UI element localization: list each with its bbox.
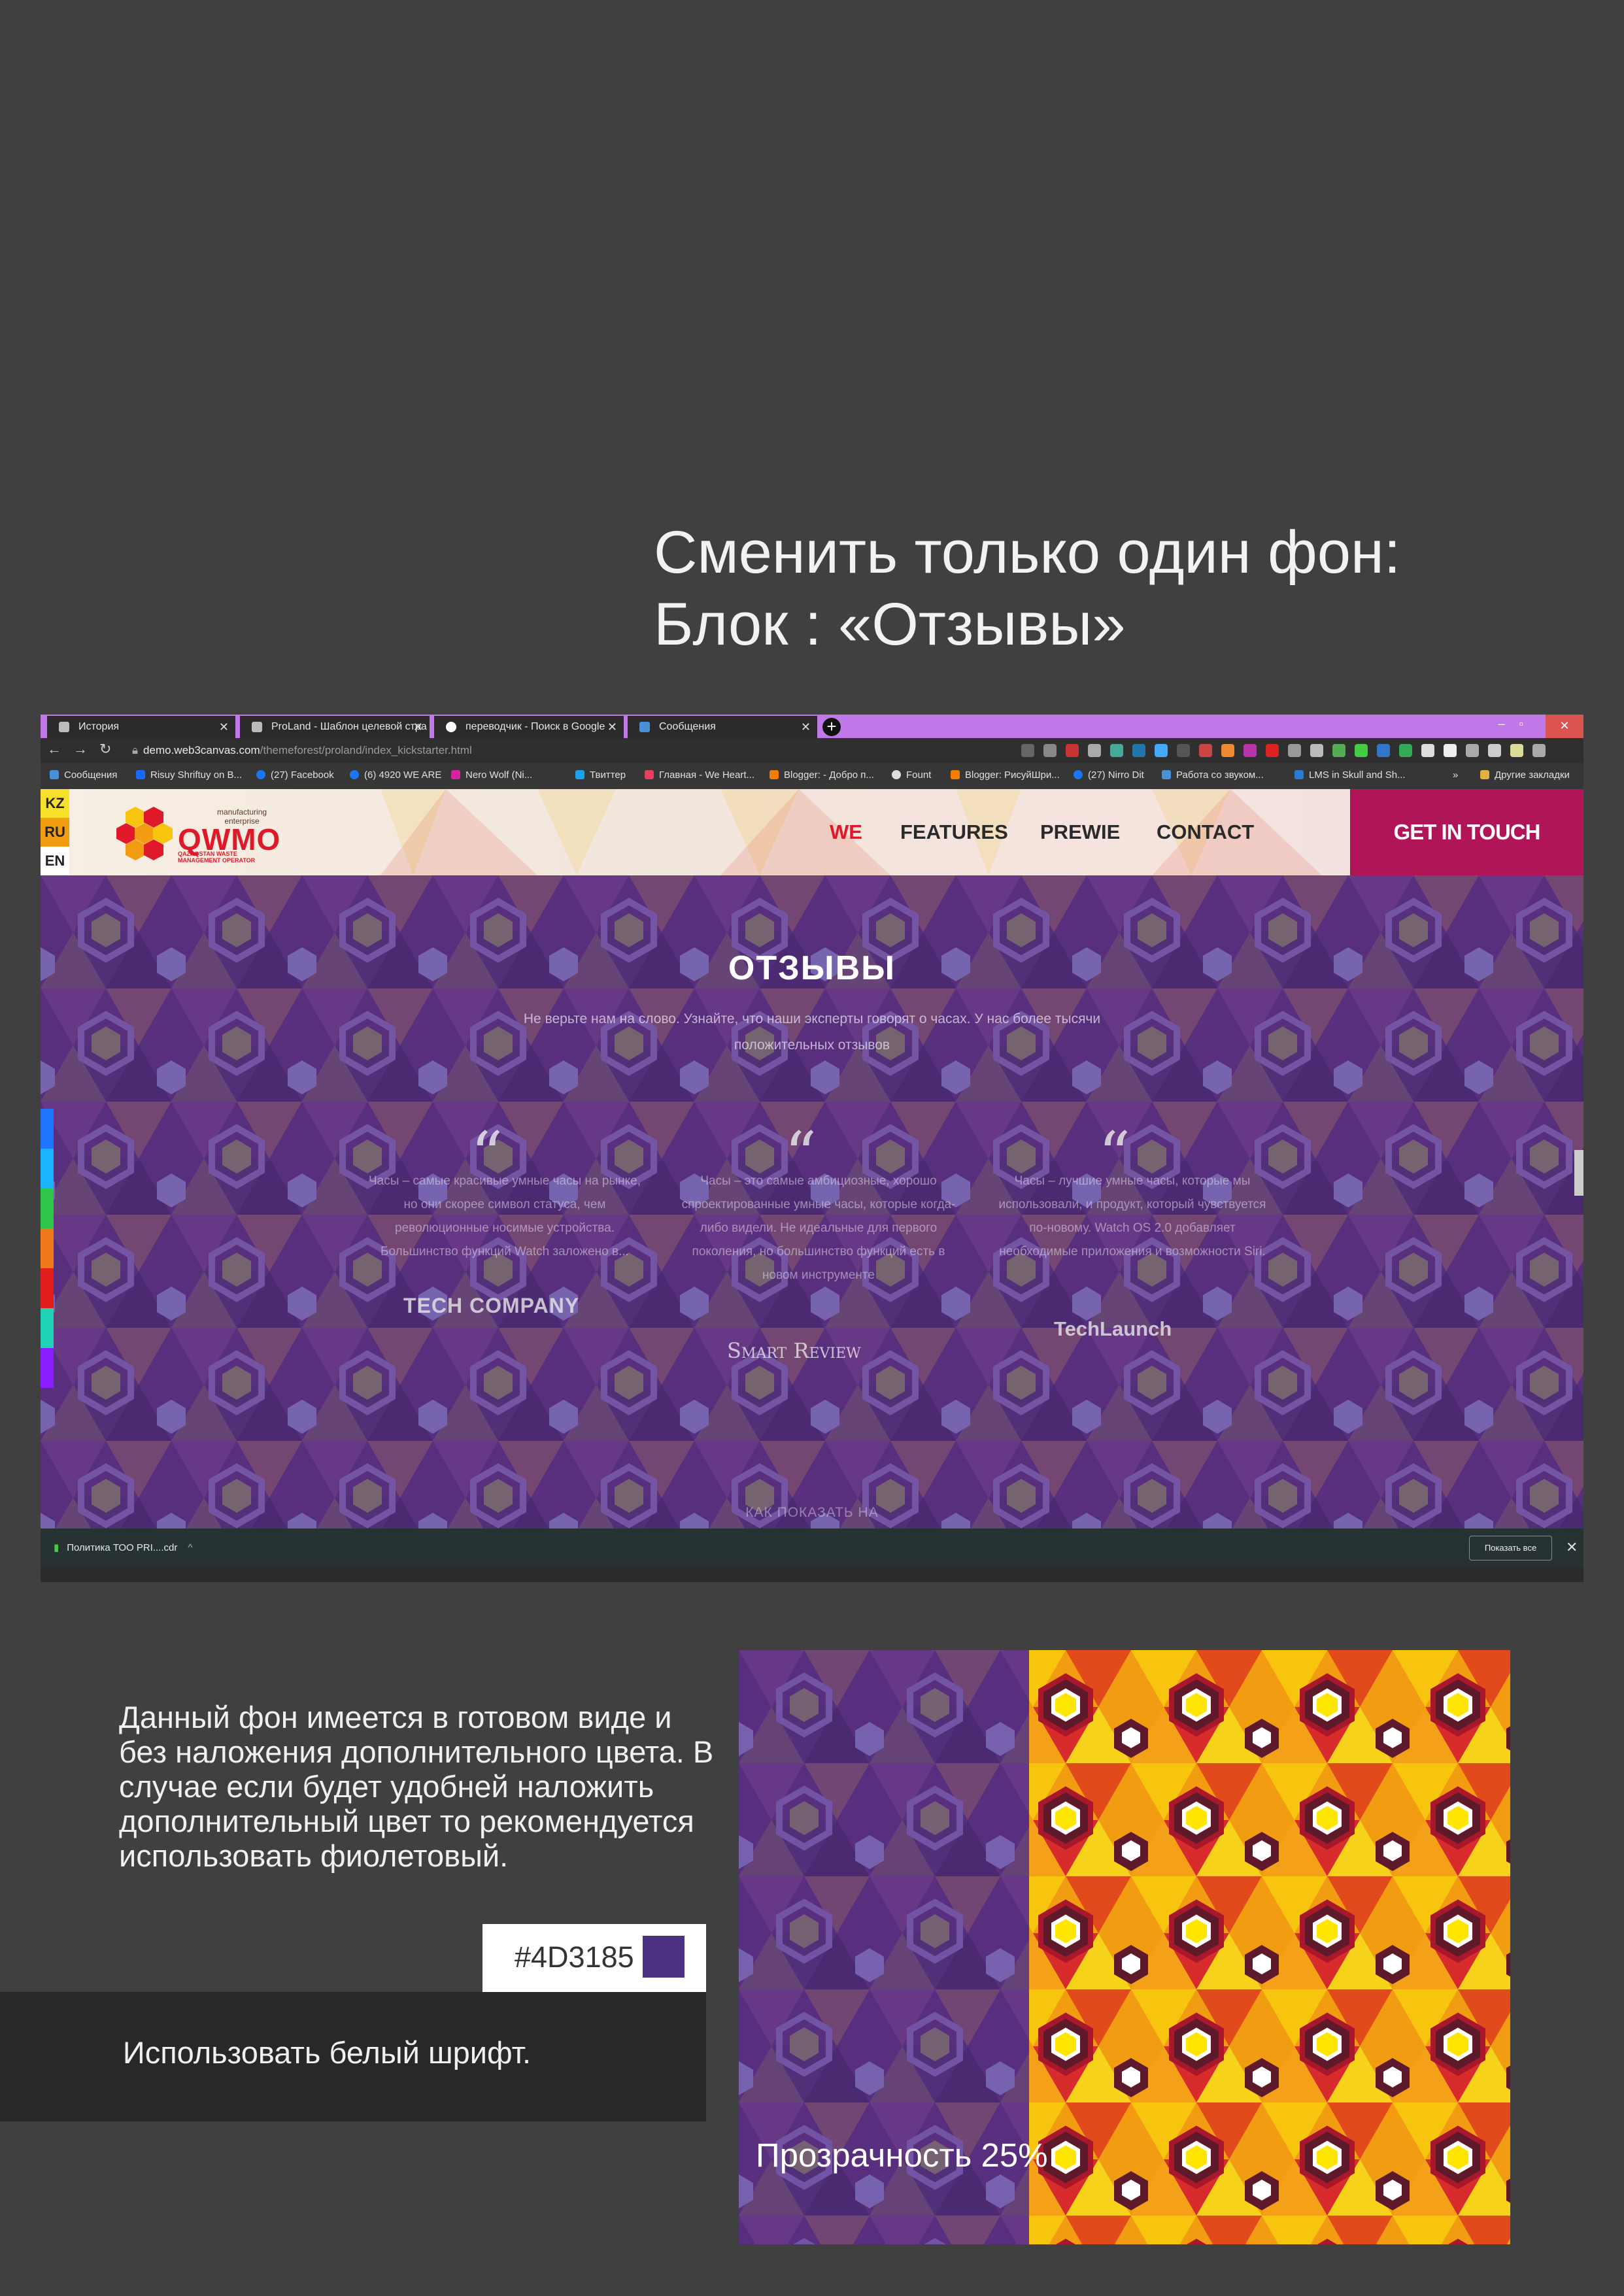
url-field[interactable]: 🔒︎ demo.web3canvas.com/themeforest/prolan…: [132, 743, 1080, 758]
white-font-note: Использовать белый шрифт.: [122, 2035, 532, 2070]
page-headline: Сменить только один фон: Блок : «Отзывы»: [654, 516, 1595, 660]
bookmark-item[interactable]: Fount: [892, 769, 931, 781]
nav-buttons[interactable]: ←→↻: [47, 741, 123, 758]
tab-label: переводчик - Поиск в Google: [465, 721, 605, 732]
color-swatch-box: #4D3185: [482, 1924, 706, 1992]
testimonials-title: ОТЗЫВЫ: [728, 949, 896, 987]
bookmark-item[interactable]: (27) Nirro Dit: [1074, 769, 1144, 781]
white-font-note-bar: Использовать белый шрифт.: [0, 1992, 706, 2121]
bookmark-item[interactable]: Nero Wolf (Ni...: [451, 769, 532, 781]
background-samples: Прозрачность 25%: [739, 1650, 1510, 2244]
logo-subtitle: QAZAQSTAN WASTE MANAGEMENT OPERATOR: [178, 851, 256, 864]
tab-proland[interactable]: ProLand - Шаблон целевой стра ✕: [240, 716, 430, 738]
tab-bar: История ✕ ProLand - Шаблон целевой стра …: [41, 715, 1583, 738]
site-header: KZ RU EN manufacturing enterprise QWMO Q…: [41, 789, 1583, 875]
bookmarks-bar: Сообщения Risuy Shriftuy on B... (27) Fa…: [41, 763, 1583, 789]
bookmark-item[interactable]: (27) Facebook: [256, 769, 334, 781]
close-icon[interactable]: ✕: [801, 716, 811, 738]
scrollbar-thumb[interactable]: [1574, 1150, 1583, 1196]
file-icon: ▮: [54, 1542, 59, 1553]
lang-kz[interactable]: KZ: [41, 789, 69, 818]
bookmarks-overflow[interactable]: »: [1453, 769, 1458, 781]
window-close-button[interactable]: ✕: [1546, 715, 1583, 738]
extension-icons[interactable]: [1021, 744, 1570, 758]
bookmark-item[interactable]: Risuy Shriftuy on B...: [136, 769, 242, 781]
section-footer-text: КАК ПОКАЗАТЬ НА: [745, 1505, 879, 1520]
testimonials-section: ОТЗЫВЫ Не верьте нам на слово. Узнайте, …: [41, 875, 1583, 1532]
swatch-hex-label: #4D3185: [515, 1940, 634, 1974]
new-tab-button[interactable]: +: [822, 718, 841, 736]
get-in-touch-button[interactable]: GET IN TOUCH: [1350, 789, 1583, 875]
nav-features[interactable]: FEATURES: [900, 820, 1008, 844]
close-icon[interactable]: ✕: [413, 716, 423, 738]
page-viewport: KZ RU EN manufacturing enterprise QWMO Q…: [41, 789, 1583, 1582]
history-icon: [59, 722, 69, 732]
testimonial-text: Часы – это самые амбициозные, хорошо спр…: [681, 1174, 956, 1282]
page-icon: [252, 722, 262, 732]
tab-messages[interactable]: Сообщения ✕: [628, 716, 817, 738]
headline-line-1: Сменить только один фон:: [654, 519, 1401, 586]
testimonials-subtitle: Не верьте нам на слово. Узнайте, что наш…: [523, 1011, 1101, 1053]
nav-prewie[interactable]: PREWIE: [1040, 820, 1120, 844]
tab-label: ProLand - Шаблон целевой стра: [271, 721, 427, 732]
other-bookmarks[interactable]: Другие закладки: [1480, 769, 1570, 781]
bookmark-item[interactable]: (6) 4920 WE ARE: [350, 769, 441, 781]
testimonial-text: Часы – самые красивые умные часы на рынк…: [369, 1174, 641, 1258]
testimonial-text: Часы – лучшие умные часы, которые мы исп…: [998, 1174, 1266, 1258]
lang-ru[interactable]: RU: [41, 818, 69, 847]
lang-en[interactable]: EN: [41, 847, 69, 875]
nav-we[interactable]: WE: [830, 820, 862, 844]
logo-icon: [116, 807, 173, 860]
download-item[interactable]: ▮ Политика ТОО PRI....cdr ^: [54, 1542, 192, 1553]
lock-icon: 🔒︎: [132, 744, 139, 756]
bookmark-item[interactable]: Твиттер: [575, 769, 626, 781]
transparency-label: Прозрачность 25%: [756, 2136, 1048, 2174]
nav-contact[interactable]: CONTACT: [1157, 820, 1254, 844]
headline-line-2: Блок : «Отзывы»: [654, 591, 1126, 658]
browser-window: История ✕ ProLand - Шаблон целевой стра …: [41, 715, 1583, 1582]
window-controls[interactable]: –▫: [1498, 717, 1538, 731]
tab-history[interactable]: История ✕: [47, 716, 235, 738]
bookmark-item[interactable]: Blogger: - Добро п...: [770, 769, 874, 781]
color-strip: [41, 1109, 54, 1390]
url-path: /themeforest/proland/index_kickstarter.h…: [260, 744, 472, 756]
close-icon[interactable]: ✕: [607, 716, 617, 738]
bookmark-item[interactable]: LMS in Skull and Sh...: [1294, 769, 1406, 781]
bookmark-item[interactable]: Работа со звуком...: [1162, 769, 1264, 781]
google-icon: [446, 722, 456, 732]
url-host: demo.web3canvas.com: [143, 744, 260, 756]
tab-label: История: [78, 721, 120, 732]
bookmark-item[interactable]: Blogger: РисуйШри...: [951, 769, 1060, 781]
testimonial-brand: TechLaunch: [1054, 1317, 1172, 1340]
bookmark-item[interactable]: Сообщения: [50, 769, 117, 781]
testimonial-brand: Smart Review: [727, 1338, 861, 1363]
chevron-up-icon[interactable]: ^: [188, 1542, 192, 1553]
testimonial-brand: TECH COMPANY: [403, 1294, 580, 1317]
messages-icon: [639, 722, 650, 732]
bookmark-item[interactable]: Главная - We Heart...: [645, 769, 754, 781]
close-icon[interactable]: ✕: [1566, 1539, 1578, 1556]
address-bar: ←→↻ 🔒︎ demo.web3canvas.com/themeforest/pr…: [41, 738, 1583, 763]
close-icon[interactable]: ✕: [219, 716, 229, 738]
tab-google[interactable]: переводчик - Поиск в Google ✕: [434, 716, 624, 738]
tab-label: Сообщения: [659, 721, 716, 732]
color-swatch: [643, 1936, 685, 1978]
download-bar: ▮ Политика ТОО PRI....cdr ^ Показать все ✕: [41, 1528, 1583, 1568]
show-all-button[interactable]: Показать все: [1469, 1536, 1552, 1561]
description-text: Данный фон имеется в готовом виде и без …: [119, 1700, 714, 1873]
